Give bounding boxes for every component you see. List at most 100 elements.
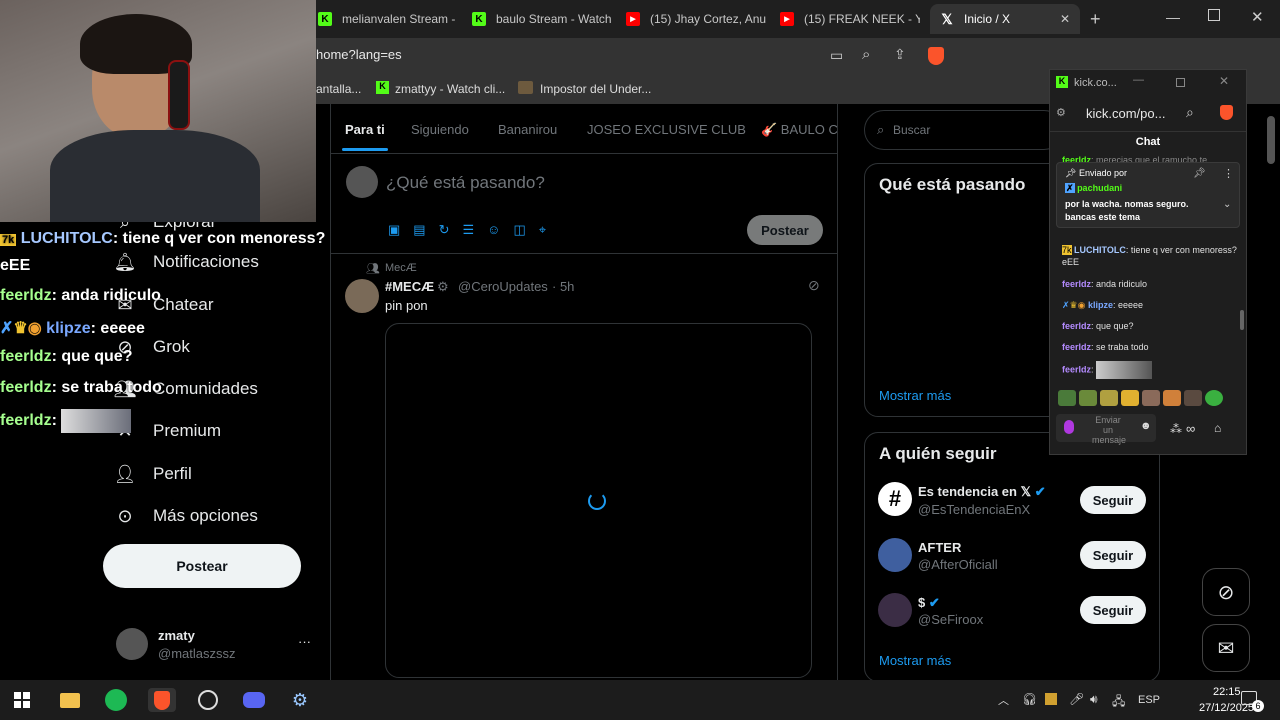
zoom-icon[interactable]: ⌕ xyxy=(1186,104,1194,121)
headphones-icon[interactable]: 🎧︎ xyxy=(1022,692,1037,706)
chevron-down-icon[interactable]: ⌄ xyxy=(1223,199,1231,210)
post-time[interactable]: · 5h xyxy=(552,279,574,294)
users-icon[interactable]: ⁂ xyxy=(1170,422,1182,436)
maximize-icon[interactable] xyxy=(1176,78,1185,87)
emoji-icon[interactable]: ☻ xyxy=(1140,420,1152,432)
share-icon[interactable]: ⇪ xyxy=(894,46,906,63)
grok-icon[interactable]: ⊘ xyxy=(808,277,820,294)
site-settings-icon[interactable]: ⚙ xyxy=(1056,106,1066,119)
avatar[interactable] xyxy=(116,628,148,660)
popup-url[interactable]: kick.com/po... xyxy=(1086,106,1165,121)
zoom-icon[interactable]: ⌕ xyxy=(862,46,870,63)
emote-icon[interactable] xyxy=(1142,390,1160,406)
scrollbar[interactable] xyxy=(1267,116,1275,164)
emote-icon[interactable] xyxy=(1079,390,1097,406)
tab-list[interactable]: JOSEO EXCLUSIVE CLUB xyxy=(587,122,746,137)
infinity-icon[interactable]: ∞ xyxy=(1186,421,1195,436)
avatar[interactable] xyxy=(345,279,379,313)
post-author[interactable]: #MECÆ xyxy=(385,279,434,294)
account-name[interactable]: zmaty xyxy=(158,628,195,643)
minimize-icon[interactable]: — xyxy=(1133,74,1144,86)
network-icon[interactable]: 🖧 xyxy=(1112,692,1125,713)
discord-icon[interactable] xyxy=(242,688,266,712)
nav-profile[interactable]: 👤︎ Perfil xyxy=(114,464,192,484)
volume-icon[interactable]: 🔊︎ xyxy=(1090,692,1098,707)
microphone-icon[interactable] xyxy=(1064,420,1074,434)
tray-app-icon[interactable] xyxy=(1045,693,1057,705)
pinned-message[interactable]: 📌︎ Enviado por 📌︎ ⋮ ✗ pachudani por la w… xyxy=(1056,162,1240,228)
suggestion-name[interactable]: Es tendencia en 𝕏 ✔ xyxy=(918,484,1046,500)
nav-notifications[interactable]: 🔔︎ Notificaciones xyxy=(114,252,259,272)
emoji-icon[interactable]: ☺ xyxy=(487,222,500,238)
emote-icon[interactable] xyxy=(1163,390,1181,406)
browser-tab[interactable]: K melianvalen Stream - xyxy=(318,4,458,34)
gif-icon[interactable]: ▤ xyxy=(413,222,425,238)
minimize-icon[interactable]: — xyxy=(1166,9,1180,25)
search-box[interactable]: ⌕ Buscar xyxy=(864,110,1064,150)
tab-list[interactable]: 🎸 BAULO CL xyxy=(761,122,837,138)
trends-show-more[interactable]: Mostrar más xyxy=(879,388,951,403)
image-icon[interactable]: ▣ xyxy=(388,222,400,238)
brave-icon[interactable] xyxy=(148,688,176,712)
avatar[interactable] xyxy=(878,538,912,572)
post-community[interactable]: MecÆ xyxy=(385,262,417,274)
emote-icon[interactable] xyxy=(1121,390,1139,406)
pin-icon[interactable]: 📌︎ xyxy=(1193,168,1206,179)
compose-post-button[interactable]: Postear xyxy=(747,215,823,245)
follow-button[interactable]: Seguir xyxy=(1080,486,1146,514)
follow-button[interactable]: Seguir xyxy=(1080,596,1146,624)
file-explorer-icon[interactable] xyxy=(58,688,82,712)
emote-icon[interactable] xyxy=(1100,390,1118,406)
emote-icon[interactable] xyxy=(1205,390,1223,406)
bookmark-item[interactable]: Impostor del Under... xyxy=(540,82,651,96)
more-vertical-icon[interactable]: ⋮ xyxy=(1223,167,1234,180)
windows-start-icon[interactable] xyxy=(10,688,34,712)
new-tab-icon[interactable]: + xyxy=(1090,9,1101,30)
chevron-up-icon[interactable]: ︿ xyxy=(998,692,1009,708)
tab-following[interactable]: Siguiendo xyxy=(411,122,469,137)
maximize-icon[interactable] xyxy=(1208,9,1220,21)
post-button[interactable]: Postear xyxy=(103,544,301,588)
tab-list[interactable]: Bananirou xyxy=(498,122,557,137)
browser-tab-active[interactable]: 𝕏 Inicio / X ✕ xyxy=(930,4,1080,34)
suggestion-name[interactable]: $ ✔ xyxy=(918,595,940,611)
avatar[interactable] xyxy=(878,593,912,627)
grok-icon[interactable]: ↻ xyxy=(439,222,450,238)
grok-float-icon[interactable]: ⊘ xyxy=(1202,568,1250,616)
emote-icon[interactable] xyxy=(1184,390,1202,406)
url-field[interactable]: home?lang=es xyxy=(316,47,402,62)
hashtag-avatar-icon[interactable]: # xyxy=(878,482,912,516)
brave-shield-icon[interactable] xyxy=(928,47,944,65)
chat-input[interactable]: Enviar un mensaje ☻ xyxy=(1056,414,1156,445)
cast-icon[interactable]: ▭ xyxy=(830,47,843,64)
clock-time[interactable]: 22:15 xyxy=(1213,686,1241,698)
suggestion-name[interactable]: AFTER xyxy=(918,540,961,555)
emote-icon[interactable] xyxy=(1058,390,1076,406)
schedule-icon[interactable]: ◫ xyxy=(513,222,525,238)
spotify-icon[interactable] xyxy=(104,688,128,712)
bookmark-item[interactable]: zmattyy - Watch cli... xyxy=(395,82,505,96)
post-handle[interactable]: @CeroUpdates xyxy=(458,279,548,294)
who-to-follow-show-more[interactable]: Mostrar más xyxy=(879,653,951,668)
scrollbar[interactable] xyxy=(1240,310,1244,330)
follow-button[interactable]: Seguir xyxy=(1080,541,1146,569)
close-window-icon[interactable]: ✕ xyxy=(1251,8,1264,26)
close-tab-icon[interactable]: ✕ xyxy=(1060,12,1070,26)
brave-shield-icon[interactable] xyxy=(1220,105,1233,120)
nav-more[interactable]: ⊙ Más opciones xyxy=(115,506,257,526)
close-icon[interactable]: ✕ xyxy=(1219,74,1229,88)
account-more-icon[interactable]: ··· xyxy=(298,634,311,649)
steam-icon[interactable]: ⚙ xyxy=(288,688,312,712)
store-icon[interactable]: ⌂ xyxy=(1214,421,1221,435)
obs-icon[interactable] xyxy=(196,688,220,712)
post-media[interactable] xyxy=(385,323,812,678)
location-icon[interactable]: ⌖ xyxy=(539,222,546,238)
tab-for-you[interactable]: Para ti xyxy=(345,122,385,137)
compose-input[interactable]: ¿Qué está pasando? xyxy=(386,173,545,193)
browser-tab[interactable]: ▶ (15) FREAK NEEK - Yo xyxy=(780,4,920,34)
browser-tab[interactable]: ▶ (15) Jhay Cortez, Anu xyxy=(626,4,766,34)
microphone-icon[interactable]: 🎤︎ xyxy=(1069,692,1084,706)
bookmark-item[interactable]: antalla... xyxy=(316,82,361,96)
language-indicator[interactable]: ESP xyxy=(1138,694,1160,706)
poll-icon[interactable]: ☰ xyxy=(463,222,475,238)
